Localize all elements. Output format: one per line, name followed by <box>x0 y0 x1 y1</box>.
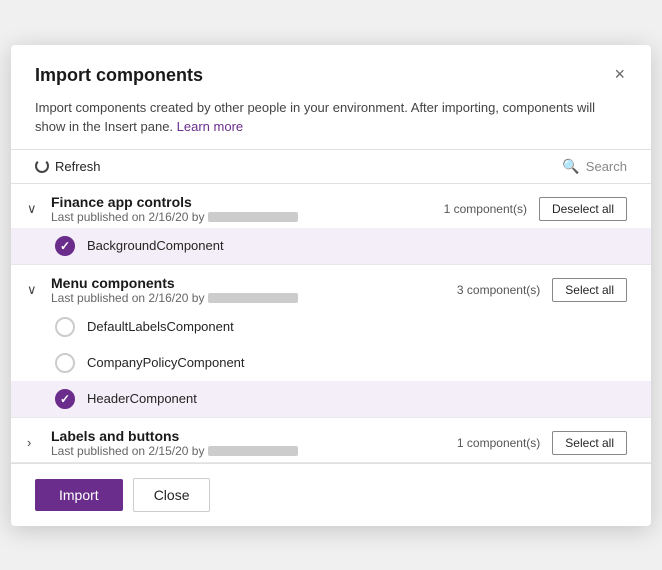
group-menu-actions: 3 component(s) Select all <box>457 278 627 302</box>
checkbox-defaultlabels[interactable] <box>55 317 75 337</box>
group-labels-actions: 1 component(s) Select all <box>457 431 627 455</box>
component-name-header: HeaderComponent <box>87 391 197 406</box>
group-finance-header: ∨ Finance app controls Last published on… <box>11 184 651 228</box>
dialog-title: Import components <box>35 65 203 86</box>
group-menu-header: ∨ Menu components Last published on 2/16… <box>11 265 651 309</box>
chevron-down-icon[interactable]: ∨ <box>27 201 43 217</box>
search-area: 🔍 Search <box>562 158 627 175</box>
component-name-defaultlabels: DefaultLabelsComponent <box>87 319 234 334</box>
group-menu-count: 3 component(s) <box>457 283 540 297</box>
dialog-toolbar: Refresh 🔍 Search <box>11 149 651 184</box>
group-labels-subtitle: Last published on 2/15/20 by <box>51 444 449 458</box>
group-labels-title: Labels and buttons <box>51 428 449 444</box>
author-blurred-menu <box>208 293 298 303</box>
search-icon: 🔍 <box>562 158 579 175</box>
checkbox-header[interactable] <box>55 389 75 409</box>
component-name-companypolicy: CompanyPolicyComponent <box>87 355 245 370</box>
group-finance-title: Finance app controls <box>51 194 436 210</box>
close-button[interactable]: Close <box>133 478 211 512</box>
group-menu-title: Menu components <box>51 275 449 291</box>
component-row-header[interactable]: HeaderComponent <box>11 381 651 417</box>
group-finance: ∨ Finance app controls Last published on… <box>11 184 651 265</box>
component-name-background: BackgroundComponent <box>87 238 224 253</box>
author-blurred-labels <box>208 446 298 456</box>
group-menu: ∨ Menu components Last published on 2/16… <box>11 265 651 418</box>
group-labels: › Labels and buttons Last published on 2… <box>11 418 651 463</box>
group-finance-actions: 1 component(s) Deselect all <box>444 197 627 221</box>
dialog-header: Import components × <box>11 45 651 98</box>
component-row-companypolicy[interactable]: CompanyPolicyComponent <box>11 345 651 381</box>
component-row-background[interactable]: BackgroundComponent <box>11 228 651 264</box>
learn-more-link[interactable]: Learn more <box>177 119 243 134</box>
group-finance-count: 1 component(s) <box>444 202 527 216</box>
import-button[interactable]: Import <box>35 479 123 511</box>
close-icon-button[interactable]: × <box>612 65 627 83</box>
deselect-all-button-finance[interactable]: Deselect all <box>539 197 627 221</box>
chevron-right-icon-labels[interactable]: › <box>27 435 43 450</box>
group-labels-header: › Labels and buttons Last published on 2… <box>11 418 651 462</box>
component-row-defaultlabels[interactable]: DefaultLabelsComponent <box>11 309 651 345</box>
refresh-button[interactable]: Refresh <box>35 159 101 174</box>
checkbox-companypolicy[interactable] <box>55 353 75 373</box>
components-list: ∨ Finance app controls Last published on… <box>11 184 651 463</box>
select-all-button-labels[interactable]: Select all <box>552 431 627 455</box>
chevron-down-icon-menu[interactable]: ∨ <box>27 282 43 298</box>
group-finance-subtitle: Last published on 2/16/20 by <box>51 210 436 224</box>
refresh-icon <box>35 159 49 173</box>
group-menu-subtitle: Last published on 2/16/20 by <box>51 291 449 305</box>
group-labels-count: 1 component(s) <box>457 436 540 450</box>
select-all-button-menu[interactable]: Select all <box>552 278 627 302</box>
checkbox-background[interactable] <box>55 236 75 256</box>
dialog-description: Import components created by other peopl… <box>11 98 651 149</box>
import-components-dialog: Import components × Import components cr… <box>11 45 651 526</box>
dialog-footer: Import Close <box>11 463 651 526</box>
author-blurred <box>208 212 298 222</box>
